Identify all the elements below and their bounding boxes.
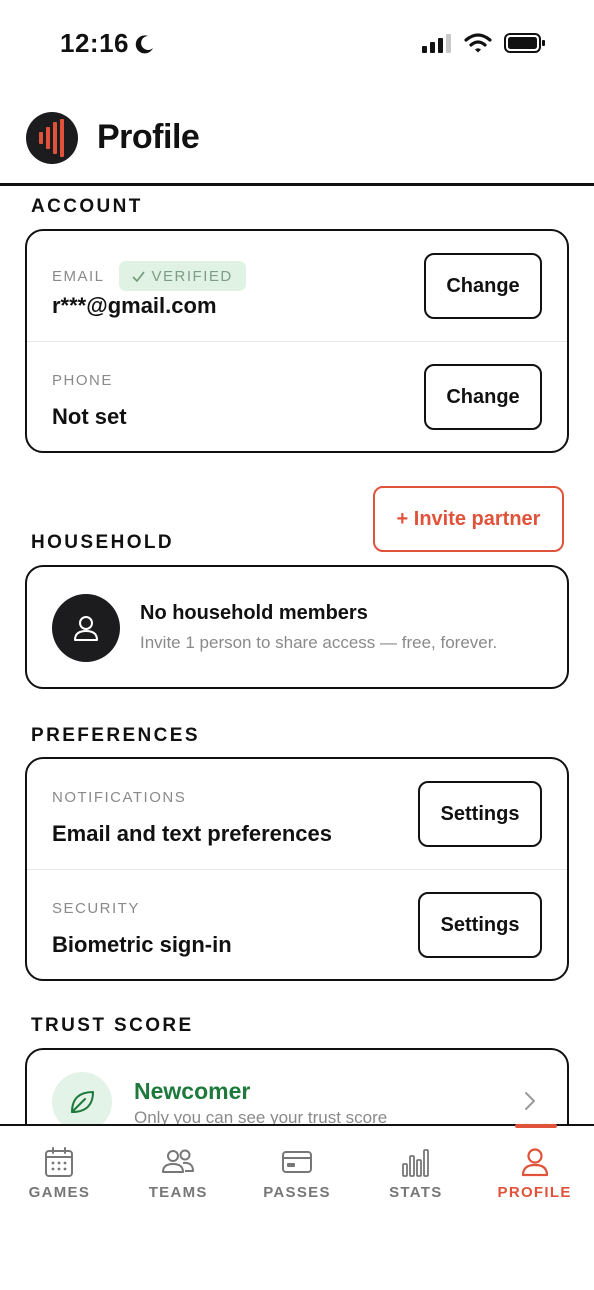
wifi-icon xyxy=(464,33,492,53)
users-icon xyxy=(162,1149,195,1173)
phone-row: PHONE Not set Change xyxy=(27,341,567,451)
trust-section-title: TRUST SCORE xyxy=(31,1015,194,1036)
change-email-button[interactable]: Change xyxy=(424,253,542,319)
notifications-value: Email and text preferences xyxy=(52,821,333,846)
invite-partner-button[interactable]: + Invite partner xyxy=(373,486,564,552)
cellular-signal-icon xyxy=(422,34,451,53)
email-row: EMAIL VERIFIED r***@gmail.com Change xyxy=(27,231,567,341)
account-section-title: ACCOUNT xyxy=(31,196,143,217)
status-time-text: 12:16 xyxy=(60,28,129,58)
household-avatar xyxy=(52,594,120,662)
trust-score-card[interactable]: Newcomer Only you can see your trust sco… xyxy=(25,1048,569,1124)
security-label: SECURITY xyxy=(52,900,140,917)
change-phone-button[interactable]: Change xyxy=(424,364,542,430)
tab-teams-label: TEAMS xyxy=(148,1184,208,1201)
chevron-right-icon xyxy=(525,1092,535,1110)
tab-profile-label: PROFILE xyxy=(497,1184,572,1201)
tab-profile[interactable]: PROFILE xyxy=(475,1124,594,1226)
logo-bars-icon xyxy=(39,119,64,157)
tab-teams[interactable]: TEAMS xyxy=(119,1126,238,1226)
tab-games-label: GAMES xyxy=(28,1184,91,1201)
user-icon xyxy=(521,1148,548,1177)
moon-icon xyxy=(135,34,153,53)
trust-subtitle: Only you can see your trust score xyxy=(134,1108,388,1124)
tab-passes-label: PASSES xyxy=(263,1184,331,1201)
security-row: SECURITY Biometric sign-in Settings xyxy=(27,869,567,979)
verified-badge: VERIFIED xyxy=(118,261,246,291)
tab-passes[interactable]: PASSES xyxy=(238,1126,357,1226)
active-tab-indicator xyxy=(515,1124,558,1128)
status-bar: 12:16 xyxy=(0,0,594,90)
tab-stats[interactable]: STATS xyxy=(356,1126,475,1226)
household-card: No household members Invite 1 person to … xyxy=(25,565,569,689)
page-title: Profile xyxy=(97,118,200,156)
preferences-card: NOTIFICATIONS Email and text preferences… xyxy=(25,757,569,981)
notifications-row: NOTIFICATIONS Email and text preferences… xyxy=(27,759,567,869)
status-icons xyxy=(422,32,546,54)
calendar-icon xyxy=(45,1147,74,1177)
tab-games[interactable]: GAMES xyxy=(0,1126,119,1226)
account-card: EMAIL VERIFIED r***@gmail.com Change PHO… xyxy=(25,229,569,453)
bar-chart-icon xyxy=(401,1149,429,1177)
household-empty-subtitle: Invite 1 person to share access — free, … xyxy=(140,633,498,652)
household-empty-title: No household members xyxy=(140,602,368,624)
header: Profile xyxy=(0,90,594,186)
household-section-title: HOUSEHOLD xyxy=(31,532,174,553)
verified-badge-label: VERIFIED xyxy=(151,267,233,285)
email-label-group: EMAIL VERIFIED xyxy=(52,261,246,291)
email-label: EMAIL xyxy=(52,267,105,285)
notifications-settings-button[interactable]: Settings xyxy=(418,781,542,847)
email-value: r***@gmail.com xyxy=(52,293,217,318)
security-settings-button[interactable]: Settings xyxy=(418,892,542,958)
tab-stats-label: STATS xyxy=(389,1184,443,1201)
status-time: 12:16 xyxy=(60,28,155,59)
check-icon xyxy=(131,271,145,282)
user-icon xyxy=(74,616,98,641)
phone-value: Not set xyxy=(52,404,127,429)
security-value: Biometric sign-in xyxy=(52,932,232,957)
trust-level: Newcomer xyxy=(134,1078,251,1104)
phone-label: PHONE xyxy=(52,372,113,389)
preferences-section-title: PREFERENCES xyxy=(31,725,200,746)
bottom-tab-bar: GAMES TEAMS PASSES STATS PROFILE xyxy=(0,1124,594,1290)
app-logo xyxy=(26,112,78,164)
notifications-label: NOTIFICATIONS xyxy=(52,789,187,806)
card-icon xyxy=(281,1151,312,1173)
trust-badge xyxy=(52,1072,112,1124)
leaf-icon xyxy=(71,1091,94,1113)
battery-icon xyxy=(504,33,545,53)
profile-content[interactable]: ACCOUNT EMAIL VERIFIED r***@gmail.com Ch… xyxy=(0,186,594,1124)
